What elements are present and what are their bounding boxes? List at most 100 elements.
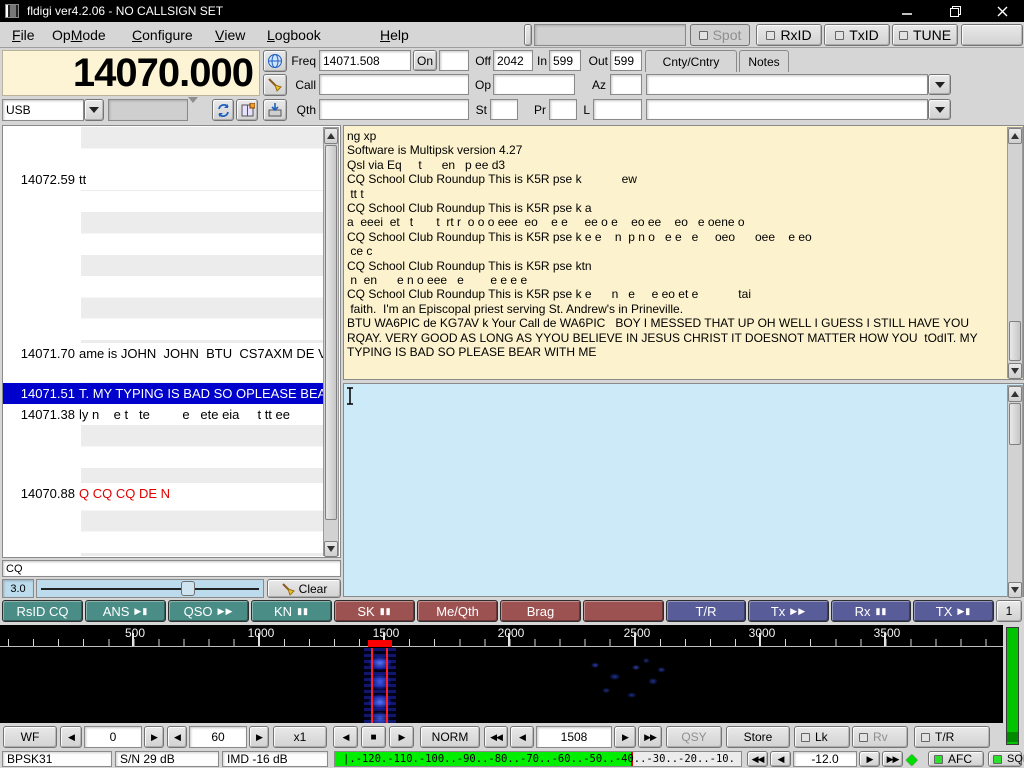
scrollbar-thumb[interactable] <box>1009 403 1021 445</box>
txoffset-fine-down[interactable]: ◀ <box>770 751 791 767</box>
op-input[interactable] <box>493 74 575 95</box>
scroll-up-button[interactable] <box>1008 386 1022 402</box>
tune-button[interactable]: TUNE <box>892 24 958 46</box>
txoffset-value[interactable]: -12.0 <box>793 751 857 767</box>
country-combo-arrow[interactable] <box>928 74 951 95</box>
menu-configure[interactable]: Configure <box>126 24 199 46</box>
freq-coarse-down[interactable]: ◀◀ <box>484 726 508 748</box>
afc-button[interactable]: AFC <box>928 751 984 767</box>
macro-tr[interactable]: T/R <box>666 600 746 622</box>
macro-tx[interactable]: Tx▶▶ <box>748 600 829 622</box>
browser-row[interactable]: 14072.59tt <box>3 169 323 190</box>
rst-out-input[interactable]: 599 <box>610 50 642 71</box>
store-button[interactable]: Store <box>726 726 790 748</box>
country-combo[interactable] <box>646 74 928 95</box>
txid-button[interactable]: TxID <box>824 24 890 46</box>
browser-row-selected[interactable]: 14071.51T. MY TYPING IS BAD SO OPLEASE B… <box>3 383 323 404</box>
scrollbar-thumb[interactable] <box>325 145 337 520</box>
rx-scrollbar[interactable] <box>1007 127 1023 378</box>
scrollbar-thumb[interactable] <box>1009 321 1021 361</box>
ampspan-decrease[interactable]: ◀ <box>60 726 82 748</box>
macro-qso[interactable]: QSO▶▶ <box>168 600 249 622</box>
secondary-select-arrow[interactable] <box>188 103 198 121</box>
time-on-input[interactable] <box>439 50 469 71</box>
menu-opmode[interactable]: Op Mode <box>46 24 112 46</box>
tx-scrollbar[interactable] <box>1007 385 1023 597</box>
shift-left-button[interactable]: ◀ <box>333 726 358 748</box>
loc-input[interactable] <box>593 99 642 120</box>
freq-input[interactable]: 14071.508 <box>319 50 411 71</box>
macro-me-qth[interactable]: Me/Qth <box>417 600 498 622</box>
browser-row[interactable]: 14071.70ame is JOHN JOHN BTU CS7AXM DE V <box>3 343 323 364</box>
reverse-button[interactable]: Rv <box>852 726 908 748</box>
frequency-display[interactable]: 14070.000 <box>2 50 260 96</box>
shift-right-button[interactable]: ▶ <box>389 726 414 748</box>
tx-text-panel[interactable] <box>343 383 1024 597</box>
txoffset-coarse-down[interactable]: ◀◀ <box>747 751 768 767</box>
spot-button[interactable]: Spot <box>690 24 750 46</box>
wf-mode-button[interactable]: WF <box>3 726 57 748</box>
ampspan-increase[interactable]: ▶ <box>144 726 164 748</box>
menu-file[interactable]: File <box>6 24 41 46</box>
slider-handle[interactable] <box>181 581 195 596</box>
txoffset-coarse-up[interactable]: ▶▶ <box>882 751 903 767</box>
close-button[interactable] <box>980 0 1024 22</box>
save-qso-button[interactable] <box>263 99 287 121</box>
menu-help[interactable]: Help <box>374 24 415 46</box>
macro-kn[interactable]: KN▮▮ <box>251 600 332 622</box>
squelch-slider[interactable] <box>36 579 264 598</box>
notes-combo[interactable] <box>646 99 928 120</box>
macro-ans[interactable]: ANS▶▮ <box>85 600 166 622</box>
reflevel-increase[interactable]: ▶ <box>249 726 269 748</box>
tab-cnty-cntry[interactable]: Cnty/Cntry <box>645 50 737 72</box>
menu-logbook[interactable]: Logbook <box>261 24 327 46</box>
rst-in-input[interactable]: 599 <box>549 50 581 71</box>
tab-notes[interactable]: Notes <box>739 50 789 72</box>
scroll-up-button[interactable] <box>324 128 338 144</box>
qsy-button[interactable]: QSY <box>666 726 722 748</box>
macro-rx[interactable]: Rx▮▮ <box>831 600 911 622</box>
restore-button[interactable] <box>933 0 977 22</box>
squelch-level-bar[interactable] <box>1006 627 1019 745</box>
minimize-button[interactable] <box>885 0 929 22</box>
macro-sk[interactable]: SK▮▮ <box>334 600 415 622</box>
pr-input[interactable] <box>549 99 577 120</box>
secondary-select[interactable] <box>108 99 188 121</box>
ampspan-value[interactable]: 0 <box>84 726 142 748</box>
txoffset-fine-up[interactable]: ▶ <box>859 751 880 767</box>
waterfall[interactable]: 500 1000 1500 2000 2500 3000 3500 <box>0 625 1003 723</box>
mode-status[interactable]: BPSK31 <box>2 751 112 767</box>
scroll-up-button[interactable] <box>1008 128 1022 144</box>
mode-select-arrow[interactable] <box>84 99 104 121</box>
az-input[interactable] <box>610 74 642 95</box>
macro-brag[interactable]: Brag <box>500 600 581 622</box>
notes-combo-arrow[interactable] <box>928 99 951 120</box>
menu-view[interactable]: View <box>209 24 251 46</box>
clear-browser-button[interactable]: Clear <box>267 579 341 598</box>
search-text-input[interactable]: CQ <box>2 560 341 577</box>
browser-scrollbar[interactable] <box>323 127 339 556</box>
time-on-button[interactable]: On <box>413 50 437 71</box>
macro-empty[interactable] <box>583 600 664 622</box>
audio-freq-value[interactable]: 1508 <box>536 726 612 748</box>
call-input[interactable] <box>319 74 469 95</box>
qth-input[interactable] <box>319 99 469 120</box>
browser-row[interactable]: 14070.88Q CQ CQ DE N <box>3 483 323 504</box>
time-off-input[interactable]: 2042 <box>493 50 533 71</box>
st-input[interactable] <box>490 99 518 120</box>
macro-set-button[interactable]: 1 <box>996 600 1022 622</box>
qrz-lookup-button[interactable] <box>263 50 287 72</box>
macro-rsid-cq[interactable]: RsID CQ <box>2 600 83 622</box>
zoom-x1-button[interactable]: x1 <box>273 726 327 748</box>
sync-button[interactable] <box>212 99 234 121</box>
lock-button[interactable]: Lk <box>794 726 850 748</box>
freq-fine-up[interactable]: ▶ <box>614 726 636 748</box>
clear-log-fields-button[interactable] <box>263 74 287 96</box>
scroll-down-button[interactable] <box>324 541 338 557</box>
mode-select[interactable]: USB <box>2 99 84 121</box>
tr-button[interactable]: T/R <box>914 726 990 748</box>
logbook-button[interactable] <box>236 99 258 121</box>
sql-button[interactable]: SQL <box>988 751 1022 767</box>
rxid-button[interactable]: RxID <box>756 24 822 46</box>
reflevel-decrease[interactable]: ◀ <box>167 726 187 748</box>
